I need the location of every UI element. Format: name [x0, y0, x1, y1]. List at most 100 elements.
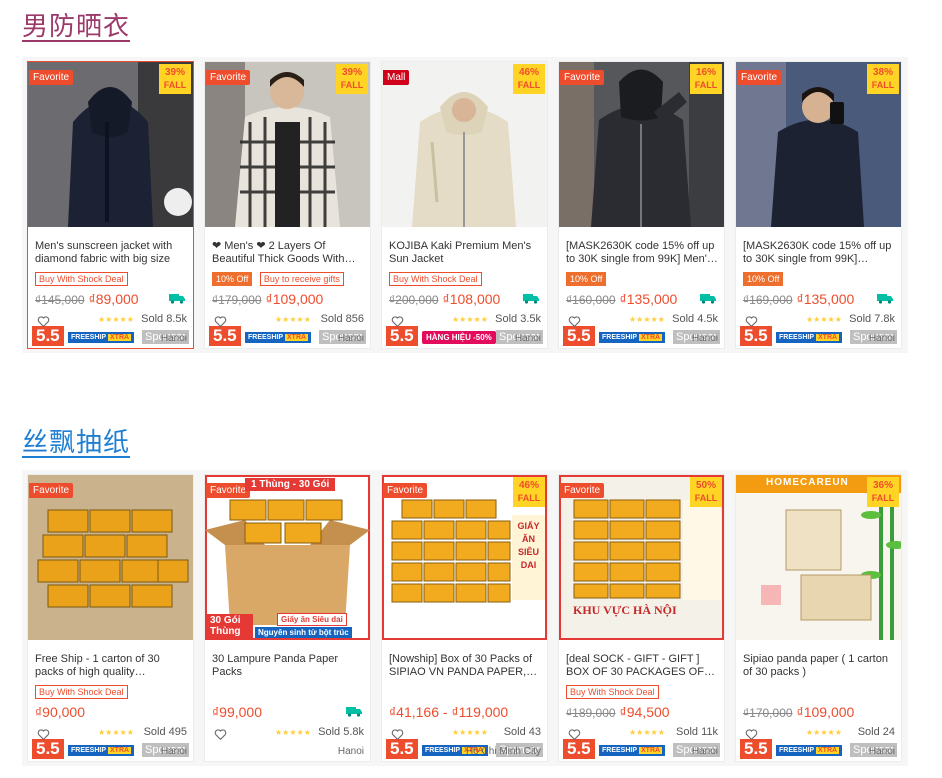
- heart-icon[interactable]: [745, 315, 758, 328]
- heart-icon[interactable]: [568, 315, 581, 328]
- shop-location: Hanoi: [160, 746, 187, 757]
- heart-icon[interactable]: [391, 728, 404, 741]
- bamboo-pulp-label: Nguyên sinh từ bột trúc: [255, 627, 352, 638]
- product-image[interactable]: [28, 475, 193, 640]
- rating-stars: ★★★★★: [806, 728, 842, 737]
- product-name[interactable]: Men's sunscreen jacket with diamond fabr…: [35, 240, 188, 266]
- product-card[interactable]: Mall 46% FALL HÀNG HIỆU -50% 5.5 Sponsor …: [381, 61, 548, 349]
- shop-location: Hanoi: [514, 333, 541, 344]
- original-price: ₫145,000: [35, 293, 85, 307]
- mall-tag: Mall: [383, 70, 410, 85]
- rating-stars: ★★★★★: [275, 315, 311, 324]
- sold-count: Sold 11k: [676, 726, 718, 738]
- discount-badge: 39% FALL: [159, 64, 191, 94]
- heart-icon[interactable]: [568, 728, 581, 741]
- discount-voucher-badge: 10% Off: [743, 272, 784, 286]
- freeship-xtra-label: FREESHIP XTRA: [599, 332, 666, 343]
- section-title-tissue[interactable]: 丝飘抽纸: [22, 422, 130, 459]
- promo-55-label: 5.5: [32, 739, 64, 759]
- rating-stars: ★★★★★: [452, 728, 488, 737]
- carton-label: 30 Gói Thùng: [207, 614, 253, 638]
- price-block: ₫90,000: [35, 704, 85, 722]
- shop-location: Hanoi: [691, 333, 718, 344]
- price-block: ₫200,000 ₫108,000: [389, 291, 500, 309]
- free-ship-truck-icon: [877, 294, 893, 304]
- discount-badge: 46% FALL: [513, 477, 545, 507]
- product-card[interactable]: Favorite 50% FALL KHU VỰC HÀ NỘI 5.5 FREE…: [558, 474, 725, 762]
- rating-stars: ★★★★★: [452, 315, 488, 324]
- sale-price: ₫109,000: [265, 291, 324, 307]
- price-block: ₫160,000 ₫135,000: [566, 291, 677, 309]
- discount-badge: 16% FALL: [690, 64, 722, 94]
- price-block: ₫179,000 ₫109,000: [212, 291, 323, 309]
- price-block: ₫41,166 - ₫119,000: [389, 704, 508, 722]
- product-row: Favorite 39% FALL 5.5 FREESHIP XTRA Sponso…: [22, 57, 908, 353]
- favorite-tag: Favorite: [206, 70, 251, 85]
- product-name[interactable]: 30 Lampure Panda Paper Packs: [212, 653, 365, 679]
- heart-icon[interactable]: [37, 728, 50, 741]
- discount-badge: 36% FALL: [867, 477, 899, 507]
- product-badges: Buy With Shock Deal: [35, 682, 131, 699]
- heart-icon[interactable]: [214, 728, 227, 741]
- promo-55-label: 5.5: [740, 739, 772, 759]
- section-title-sunscreen[interactable]: 男防晒衣: [22, 6, 130, 43]
- rating-stars: ★★★★★: [275, 728, 311, 737]
- product-card[interactable]: Favorite 38% FALL 5.5 FREESHIP XTRA Sponso…: [735, 61, 902, 349]
- product-name[interactable]: [MASK2630K code 15% off up to 30K single…: [743, 240, 896, 266]
- freeship-xtra-label: FREESHIP XTRA: [599, 745, 666, 756]
- sold-count: Sold 24: [857, 726, 895, 738]
- product-name[interactable]: Free Ship - 1 carton of 30 packs of high…: [35, 653, 188, 679]
- sale-price: ₫94,500: [619, 704, 670, 720]
- product-badges: Buy With Shock Deal: [566, 682, 662, 699]
- sale-price: ₫99,000: [212, 704, 263, 720]
- heart-icon[interactable]: [37, 315, 50, 328]
- discount-badge: 39% FALL: [336, 64, 368, 94]
- sold-count: Sold 5.8k: [318, 726, 364, 738]
- heart-icon[interactable]: [391, 315, 404, 328]
- product-name[interactable]: [Nowship] Box of 30 Packs of SIPIAO VN P…: [389, 653, 542, 679]
- product-card[interactable]: Favorite 39% FALL 5.5 FREESHIP XTRA Sponso…: [27, 61, 194, 349]
- sale-price-range: ₫41,166 - ₫119,000: [389, 704, 509, 720]
- product-card[interactable]: HOMECAREUN 36% FALL 5.5 FREESHIP XTRA Spon…: [735, 474, 902, 762]
- product-card[interactable]: Favorite 39% FALL 5.5 FREESHIP XTRA Sponso…: [204, 61, 371, 349]
- product-name[interactable]: KOJIBA Kaki Premium Men's Sun Jacket: [389, 240, 542, 266]
- sale-price: ₫135,000: [796, 291, 855, 307]
- freeship-xtra-label: FREESHIP XTRA: [68, 332, 135, 343]
- sold-count: Sold 495: [143, 726, 187, 738]
- product-name[interactable]: ❤ Men's ❤ 2 Layers Of Beautiful Thick Go…: [212, 240, 365, 266]
- heart-icon[interactable]: [214, 315, 227, 328]
- original-price: ₫169,000: [743, 293, 793, 307]
- gift-badge: Buy to receive gifts: [259, 272, 344, 286]
- product-card[interactable]: Favorite 5.5 FREESHIP XTRA Sponsor Free S…: [27, 474, 194, 762]
- product-card[interactable]: Favorite 16% FALL 5.5 FREESHIP XTRA Sponso…: [558, 61, 725, 349]
- product-card[interactable]: Favorite 1 Thùng - 30 Gói 30 Gói Thùng G…: [204, 474, 371, 762]
- discount-badge: 46% FALL: [513, 64, 545, 94]
- promo-55-label: 5.5: [209, 326, 241, 346]
- promo-55-label: 5.5: [740, 326, 772, 346]
- shop-location: Hanoi: [337, 746, 364, 757]
- free-ship-truck-icon: [523, 294, 539, 304]
- super-strong-tissue-label: GIẤY ĂN SIÊU DAI: [517, 521, 540, 570]
- rating-stars: ★★★★★: [806, 315, 842, 324]
- heart-icon[interactable]: [745, 728, 758, 741]
- free-ship-truck-icon: [346, 707, 362, 717]
- original-price: ₫189,000: [566, 706, 616, 720]
- product-name[interactable]: Sipiao panda paper ( 1 carton of 30 pack…: [743, 653, 896, 679]
- hanoi-area-label: KHU VỰC HÀ NỘI: [573, 603, 677, 617]
- product-card[interactable]: Favorite 46% FALL GIẤY ĂN SIÊU DAI 5.5 FR…: [381, 474, 548, 762]
- discount-badge: 50% FALL: [690, 477, 722, 507]
- discount-badge: 38% FALL: [867, 64, 899, 94]
- shock-deal-badge: Buy With Shock Deal: [35, 685, 128, 699]
- original-price: ₫200,000: [389, 293, 439, 307]
- sold-count: Sold 856: [320, 313, 364, 325]
- freeship-xtra-label: FREESHIP XTRA: [245, 332, 312, 343]
- shop-location: Ho Chi Minh City: [465, 746, 541, 757]
- original-price: ₫170,000: [743, 706, 793, 720]
- sale-price: ₫109,000: [796, 704, 855, 720]
- product-name[interactable]: [deal SOCK - GIFT - GIFT ] BOX OF 30 PAC…: [566, 653, 719, 679]
- price-block: ₫99,000: [212, 704, 262, 722]
- sale-price: ₫108,000: [442, 291, 501, 307]
- product-name[interactable]: [MASK2630K code 15% off up to 30K single…: [566, 240, 719, 266]
- shock-deal-badge: Buy With Shock Deal: [35, 272, 128, 286]
- discount-voucher-badge: 10% Off: [212, 272, 253, 286]
